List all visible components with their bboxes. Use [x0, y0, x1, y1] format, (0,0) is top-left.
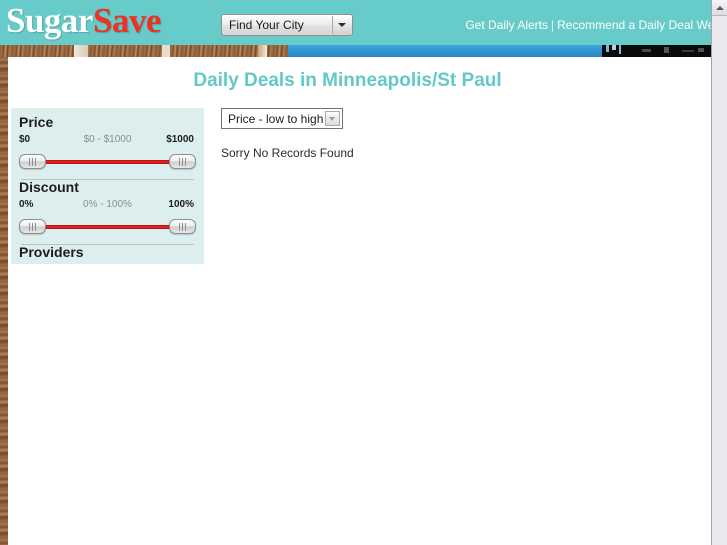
- filter-discount-labels: 0% 0% - 100% 100%: [11, 199, 204, 213]
- scrollbar-track[interactable]: [712, 17, 727, 545]
- header-nav: Get Daily Alerts | Recommend a Daily Deal …: [465, 18, 711, 32]
- city-select[interactable]: Find Your City: [221, 14, 353, 36]
- discount-slider-track[interactable]: [34, 225, 181, 229]
- nav-separator: |: [551, 18, 555, 32]
- banner-highlight-1: [74, 45, 88, 57]
- price-max-label: $1000: [166, 134, 194, 145]
- filter-price-labels: $0 $0 - $1000 $1000: [11, 134, 204, 148]
- grip-icon: [29, 223, 38, 231]
- discount-max-label: 100%: [168, 199, 194, 210]
- price-slider-handle-max[interactable]: [169, 154, 196, 169]
- filter-providers: Providers: [11, 244, 204, 260]
- site-header: SugarSave Find Your City Get Daily Alert…: [0, 0, 711, 45]
- price-slider-handle-min[interactable]: [19, 154, 46, 169]
- banner-highlight-3: [258, 45, 267, 57]
- discount-range-slider[interactable]: [19, 219, 196, 235]
- banner-fleck-4: [642, 49, 651, 52]
- banner-fleck-6: [682, 50, 694, 52]
- banner-fleck-3: [619, 45, 621, 54]
- banner-photo-strip: [0, 45, 711, 57]
- banner-fleck-1: [606, 45, 609, 52]
- city-select-button[interactable]: [332, 16, 351, 34]
- banner-highlight-2: [162, 45, 170, 57]
- banner-dark-region: [602, 45, 711, 57]
- filter-discount-title: Discount: [19, 179, 79, 195]
- sort-select-value: Price - low to high: [228, 112, 324, 126]
- price-slider-track[interactable]: [34, 160, 181, 164]
- grip-icon: [179, 223, 188, 231]
- get-daily-alerts-link[interactable]: Get Daily Alerts: [465, 18, 548, 32]
- filter-price: Price $0 $0 - $1000 $1000: [11, 114, 204, 180]
- page-title-text: Daily Deals in Minneapolis/St Paul: [193, 70, 502, 91]
- grip-icon: [179, 158, 188, 166]
- banner-fleck-5: [664, 47, 669, 53]
- sort-select[interactable]: Price - low to high: [221, 108, 343, 129]
- triangle-up-icon: [716, 6, 724, 10]
- recommend-site-link[interactable]: Recommend a Daily Deal Webs: [557, 18, 711, 32]
- page-viewport: SugarSave Find Your City Get Daily Alert…: [0, 0, 711, 545]
- logo-text-accent: Save: [92, 1, 162, 40]
- vertical-scrollbar[interactable]: [711, 0, 727, 545]
- sort-select-button[interactable]: [325, 111, 340, 126]
- filters-sidebar: Price $0 $0 - $1000 $1000 Discount 0% 0%…: [11, 108, 204, 264]
- discount-slider-handle-min[interactable]: [19, 219, 46, 234]
- grip-icon: [29, 158, 38, 166]
- filter-discount: Discount 0% 0% - 100% 100%: [11, 179, 204, 245]
- page-title: Daily Deals in Minneapolis/St Paul: [8, 70, 711, 92]
- left-edge-texture: [0, 57, 8, 545]
- site-logo[interactable]: SugarSave: [6, 1, 161, 41]
- scrollbar-up-button[interactable]: [712, 0, 727, 16]
- price-range-slider[interactable]: [19, 154, 196, 170]
- chevron-down-icon: [338, 23, 346, 27]
- banner-fleck-2: [612, 45, 616, 50]
- filter-price-title: Price: [19, 114, 54, 130]
- main-content: Price - low to high Sorry No Records Fou…: [221, 108, 681, 160]
- city-select-value: Find Your City: [229, 18, 304, 32]
- filter-providers-title: Providers: [19, 244, 84, 260]
- banner-fleck-7: [698, 48, 704, 52]
- discount-slider-handle-max[interactable]: [169, 219, 196, 234]
- logo-text-primary: Sugar: [6, 1, 93, 40]
- empty-results-message: Sorry No Records Found: [221, 146, 354, 160]
- banner-wood-texture: [0, 45, 288, 57]
- chevron-down-icon: [329, 117, 335, 121]
